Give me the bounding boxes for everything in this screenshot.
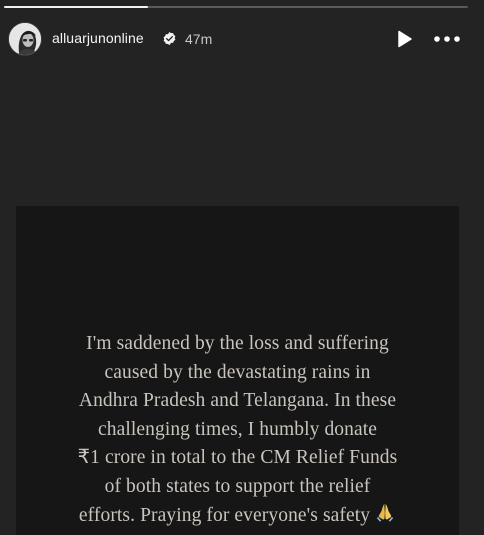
avatar[interactable] [8,22,42,56]
play-icon[interactable] [394,29,414,49]
username[interactable]: alluarjunonline [52,30,144,46]
story-header: alluarjunonline 47m [4,22,472,58]
message-line-last: efforts. Praying for everyone's safety [16,501,459,531]
message-line: I'm saddened by the loss and suffering [86,333,389,354]
story-progress-fill [4,6,148,8]
more-options-icon[interactable] [432,30,462,48]
story-timestamp: 47m [185,31,213,47]
story-viewer[interactable]: alluarjunonline 47m I'm saddened by the … [0,0,484,535]
story-message: I'm saddened by the loss and suffering c… [16,330,459,531]
message-line: ₹1 crore in total to the CM Relief Funds [77,447,398,468]
verified-badge-icon [163,31,176,46]
story-progress-bar [4,6,468,8]
message-line: caused by the devastating rains in [104,361,371,383]
story-text-card: I'm saddened by the loss and suffering c… [16,206,459,535]
message-line: efforts. Praying for everyone's safety [78,505,371,526]
message-line: challenging times, I humbly donate [97,418,378,440]
folded-hands-emoji-icon [376,503,394,522]
avatar-image [9,23,41,55]
message-line: Andhra Pradesh and Telangana. In these [78,390,397,411]
message-line: of both states to support the relief [104,475,371,497]
